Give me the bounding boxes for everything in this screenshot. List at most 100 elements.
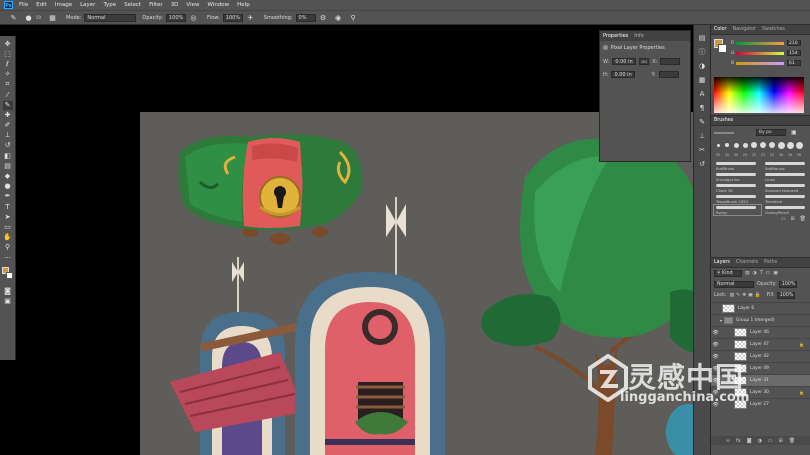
- delete-brush-icon[interactable]: 🗑: [800, 216, 806, 222]
- gradient-tool-icon[interactable]: ▤: [3, 162, 13, 171]
- new-brush-button-icon[interactable]: ⊞: [790, 216, 794, 222]
- dodge-tool-icon[interactable]: ●: [3, 182, 13, 191]
- mode-select[interactable]: Normal: [84, 13, 137, 22]
- group-expand-chevron-icon[interactable]: ▾: [720, 318, 722, 323]
- tools-panel-icon[interactable]: ✂: [697, 145, 707, 155]
- brush-folder-icon[interactable]: ▭: [781, 216, 786, 222]
- opacity-field[interactable]: 100%: [165, 13, 186, 22]
- type-tool-icon[interactable]: T: [3, 203, 13, 212]
- brush-preset[interactable]: Chalk 36: [714, 183, 761, 193]
- tab-channels[interactable]: Channels: [736, 260, 758, 265]
- blue-value[interactable]: 61: [787, 60, 801, 66]
- layer-name[interactable]: Layer 47: [750, 342, 769, 347]
- height-field[interactable]: 0.00 in: [611, 71, 636, 78]
- menu-filter[interactable]: Filter: [149, 2, 163, 8]
- mixer-brush-tool-icon[interactable]: ✐: [3, 121, 13, 130]
- green-slider[interactable]: [736, 51, 784, 55]
- filter-type-icon[interactable]: T: [760, 271, 763, 276]
- eye-icon[interactable]: 👁: [711, 330, 720, 336]
- move-tool-icon[interactable]: ✥: [3, 40, 13, 49]
- properties-panel-icon[interactable]: ▤: [697, 33, 707, 43]
- menu-edit[interactable]: Edit: [36, 2, 47, 8]
- history-brush-tool-icon[interactable]: ↺: [3, 141, 13, 150]
- adjustments-panel-icon[interactable]: ◑: [697, 61, 707, 71]
- lock-all-icon[interactable]: 🔒: [755, 293, 761, 298]
- pressure-size-icon[interactable]: ◉: [334, 13, 343, 22]
- brush-settings-panel-icon[interactable]: ✎: [697, 117, 707, 127]
- layer-style-icon[interactable]: fx: [736, 438, 741, 444]
- blue-slider[interactable]: [736, 61, 784, 65]
- pressure-opacity-icon[interactable]: ◎: [189, 13, 198, 22]
- brush-settings-icon[interactable]: ▦: [48, 13, 57, 22]
- smoothing-field[interactable]: 0%: [295, 13, 316, 22]
- menu-layer[interactable]: Layer: [80, 2, 95, 8]
- lasso-tool-icon[interactable]: ℓ: [3, 60, 13, 69]
- brush-preset[interactable]: Squared textured: [763, 183, 810, 193]
- crop-tool-icon[interactable]: ⌗: [3, 80, 13, 89]
- menu-view[interactable]: View: [186, 2, 199, 8]
- menu-file[interactable]: File: [19, 2, 28, 8]
- brush-preset[interactable]: GrassyPencil: [763, 205, 810, 215]
- brush-tip[interactable]: [759, 141, 767, 149]
- filter-shape-icon[interactable]: ▭: [766, 271, 771, 276]
- eye-icon[interactable]: 👁: [711, 342, 720, 348]
- layer-opacity-field[interactable]: 100%: [778, 281, 797, 288]
- clone-source-panel-icon[interactable]: ⊥: [697, 131, 707, 141]
- filter-adjustment-icon[interactable]: ◑: [753, 271, 757, 276]
- paragraph-panel-icon[interactable]: ¶: [697, 103, 707, 113]
- brush-tool-icon[interactable]: ✎: [2, 100, 13, 110]
- red-value[interactable]: 210: [787, 40, 801, 46]
- brush-preset[interactable]: Lines: [763, 172, 810, 182]
- character-panel-icon[interactable]: A: [697, 89, 707, 99]
- filter-smart-icon[interactable]: ▣: [773, 271, 778, 276]
- history-panel-icon[interactable]: ↺: [697, 159, 707, 169]
- x-field[interactable]: [660, 58, 681, 65]
- blur-tool-icon[interactable]: ◆: [3, 172, 13, 181]
- tab-layers[interactable]: Layers: [714, 260, 730, 265]
- layer-row[interactable]: Layer 6: [711, 302, 810, 314]
- smoothing-options-gear-icon[interactable]: ⚙: [319, 13, 328, 22]
- brush-preset[interactable]: SoftRound: [763, 161, 810, 171]
- layer-row[interactable]: 👁 Layer 46: [711, 326, 810, 338]
- tab-color[interactable]: Color: [714, 27, 727, 32]
- brush-tip[interactable]: [777, 141, 785, 149]
- new-group-icon[interactable]: ▭: [768, 438, 773, 444]
- brush-preset-selected[interactable]: Rocky: [713, 204, 762, 216]
- fill-field[interactable]: 100%: [776, 292, 795, 299]
- symmetry-icon[interactable]: ⚲: [349, 13, 358, 22]
- menu-help[interactable]: Help: [237, 2, 250, 8]
- layer-name[interactable]: Layer 6: [738, 306, 754, 311]
- quick-mask-icon[interactable]: ◙: [3, 287, 13, 296]
- eyedropper-tool-icon[interactable]: ⁄: [3, 91, 13, 100]
- brush-tool-icon[interactable]: ✎: [9, 13, 18, 22]
- brush-preset[interactable]: Trendline: [763, 194, 810, 204]
- tab-paths[interactable]: Paths: [764, 260, 777, 265]
- blend-mode-select[interactable]: Normal: [714, 281, 754, 288]
- brush-tip[interactable]: [795, 141, 803, 149]
- tab-info[interactable]: Info: [634, 33, 643, 39]
- new-brush-icon[interactable]: ▣: [791, 129, 797, 136]
- lock-artboard-icon[interactable]: ▣: [748, 293, 753, 298]
- layer-filter-select[interactable]: ⚲ Kind: [714, 270, 742, 277]
- lock-position-icon[interactable]: ✥: [742, 293, 746, 298]
- green-value[interactable]: 154: [787, 50, 801, 56]
- marquee-tool-icon[interactable]: ⬚: [3, 50, 13, 59]
- color-panel-background-swatch[interactable]: [718, 44, 727, 53]
- brush-tip[interactable]: [786, 141, 794, 149]
- rectangle-tool-icon[interactable]: ▭: [3, 223, 13, 232]
- brush-tip[interactable]: [723, 141, 731, 149]
- tab-swatches[interactable]: Swatches: [762, 27, 785, 32]
- delete-layer-icon[interactable]: 🗑: [789, 438, 795, 444]
- layer-name[interactable]: Group 1 (merged): [736, 318, 775, 323]
- add-mask-icon[interactable]: ◙: [747, 438, 752, 444]
- menu-window[interactable]: Window: [207, 2, 229, 8]
- brush-tip[interactable]: [768, 141, 776, 149]
- filter-pixel-icon[interactable]: ▨: [745, 271, 750, 276]
- brush-tip[interactable]: [750, 141, 758, 149]
- zoom-tool-icon[interactable]: ⚲: [3, 243, 13, 252]
- pen-tool-icon[interactable]: ✒: [3, 192, 13, 201]
- tab-navigator[interactable]: Navigator: [733, 27, 756, 32]
- menu-select[interactable]: Select: [124, 2, 141, 8]
- brush-tip[interactable]: [741, 141, 749, 149]
- brush-preset[interactable]: RuffBrush: [714, 161, 761, 171]
